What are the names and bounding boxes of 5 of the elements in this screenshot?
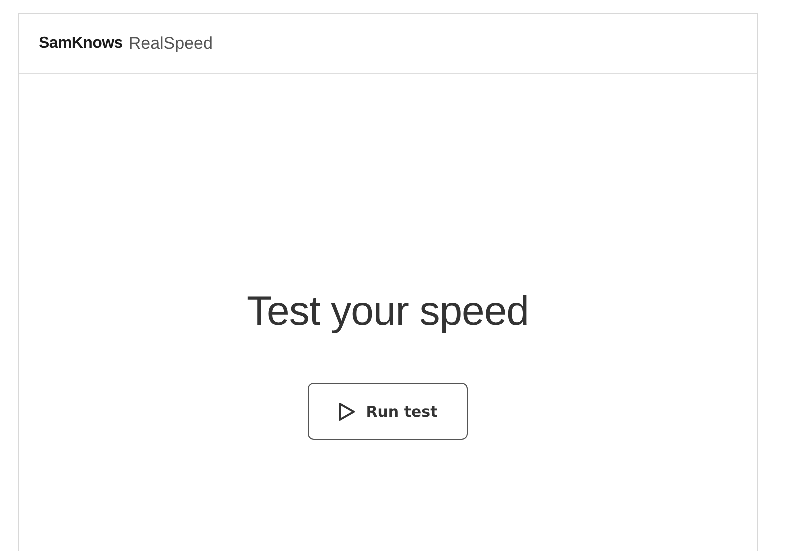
run-test-button[interactable]: Run test — [308, 383, 468, 440]
page-heading: Test your speed — [247, 288, 529, 335]
play-icon — [338, 402, 356, 422]
brand-name: SamKnows — [39, 34, 123, 52]
product-name: RealSpeed — [128, 34, 213, 54]
